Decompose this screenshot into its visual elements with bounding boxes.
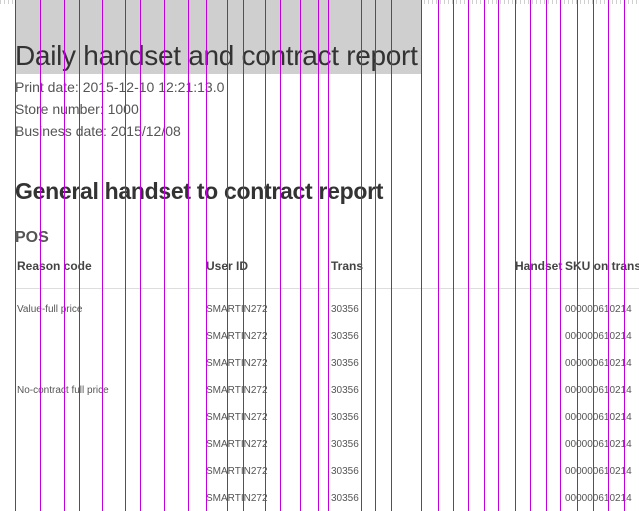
pos-subtitle: POS [15,229,49,246]
cell-sku: 000000610214 [565,439,632,450]
guide-line [608,0,609,511]
cell-sku: 000000610214 [565,412,632,423]
guide-line [265,0,266,511]
cell-user-id: SMARTIN272 [206,412,268,423]
guide-line [546,0,547,511]
guide-line [530,0,531,511]
guide-line [140,0,141,511]
cell-trans: 30356 [331,385,359,396]
cell-sku: 000000610214 [565,331,632,342]
guide-line [328,0,329,511]
column-header-sku-on-trans: SKU on trans [565,259,639,273]
layout-guide-lines [0,0,639,511]
guide-line [206,0,207,511]
cell-trans: 30356 [331,304,359,315]
guide-line [484,0,485,511]
guide-line [375,0,376,511]
cell-user-id: SMARTIN272 [206,331,268,342]
guide-line [391,0,392,511]
cell-trans: 30356 [331,412,359,423]
column-header-handset: Handset [515,259,563,273]
store-number: Store number: 1000 [15,101,139,117]
guide-line [164,0,165,511]
guide-line [468,0,469,511]
header-divider [15,288,639,289]
cell-trans: 30356 [331,439,359,450]
report-title: Daily handset and contract report [15,40,418,71]
cell-user-id: SMARTIN272 [206,466,268,477]
column-header-trans: Trans [331,259,364,273]
cell-reason-code: No-contract full price [17,385,109,396]
cell-sku: 000000610214 [565,358,632,369]
guide-line [318,0,319,511]
guide-line [300,0,301,511]
cell-user-id: SMARTIN272 [206,493,268,504]
guide-line [438,0,439,511]
cell-user-id: SMARTIN272 [206,358,268,369]
guide-line [624,0,625,511]
column-header-user-id: User ID [206,259,249,273]
guide-line [40,0,41,511]
guide-line [498,0,499,511]
cell-trans: 30356 [331,493,359,504]
guide-line [421,0,422,511]
guide-line [125,0,126,511]
report-page: Daily handset and contract report Print … [0,0,639,511]
guide-line [560,0,561,511]
guide-line [280,0,281,511]
section-title: General handset to contract report [15,178,384,204]
guide-line [361,0,362,511]
cell-user-id: SMARTIN272 [206,385,268,396]
column-header-reason-code: Reason code [17,259,92,273]
cell-trans: 30356 [331,358,359,369]
cell-user-id: SMARTIN272 [206,304,268,315]
cell-sku: 000000610214 [565,304,632,315]
cell-sku: 000000610214 [565,466,632,477]
cell-trans: 30356 [331,331,359,342]
guide-line [593,0,594,511]
cell-reason-code: Value-full price [17,304,83,315]
guide-line [102,0,103,511]
cell-trans: 30356 [331,466,359,477]
guide-line [453,0,454,511]
cell-user-id: SMARTIN272 [206,439,268,450]
cell-sku: 000000610214 [565,385,632,396]
guide-line [64,0,65,511]
business-date: Business date: 2015/12/08 [15,123,181,139]
guide-line [515,0,516,511]
cell-sku: 000000610214 [565,493,632,504]
guide-line [188,0,189,511]
guide-line [577,0,578,511]
guide-line [227,0,228,511]
guide-line [79,0,80,511]
print-date: Print date: 2015-12-10 12:21:13.0 [15,79,225,95]
guide-line [15,0,16,511]
guide-line [243,0,244,511]
